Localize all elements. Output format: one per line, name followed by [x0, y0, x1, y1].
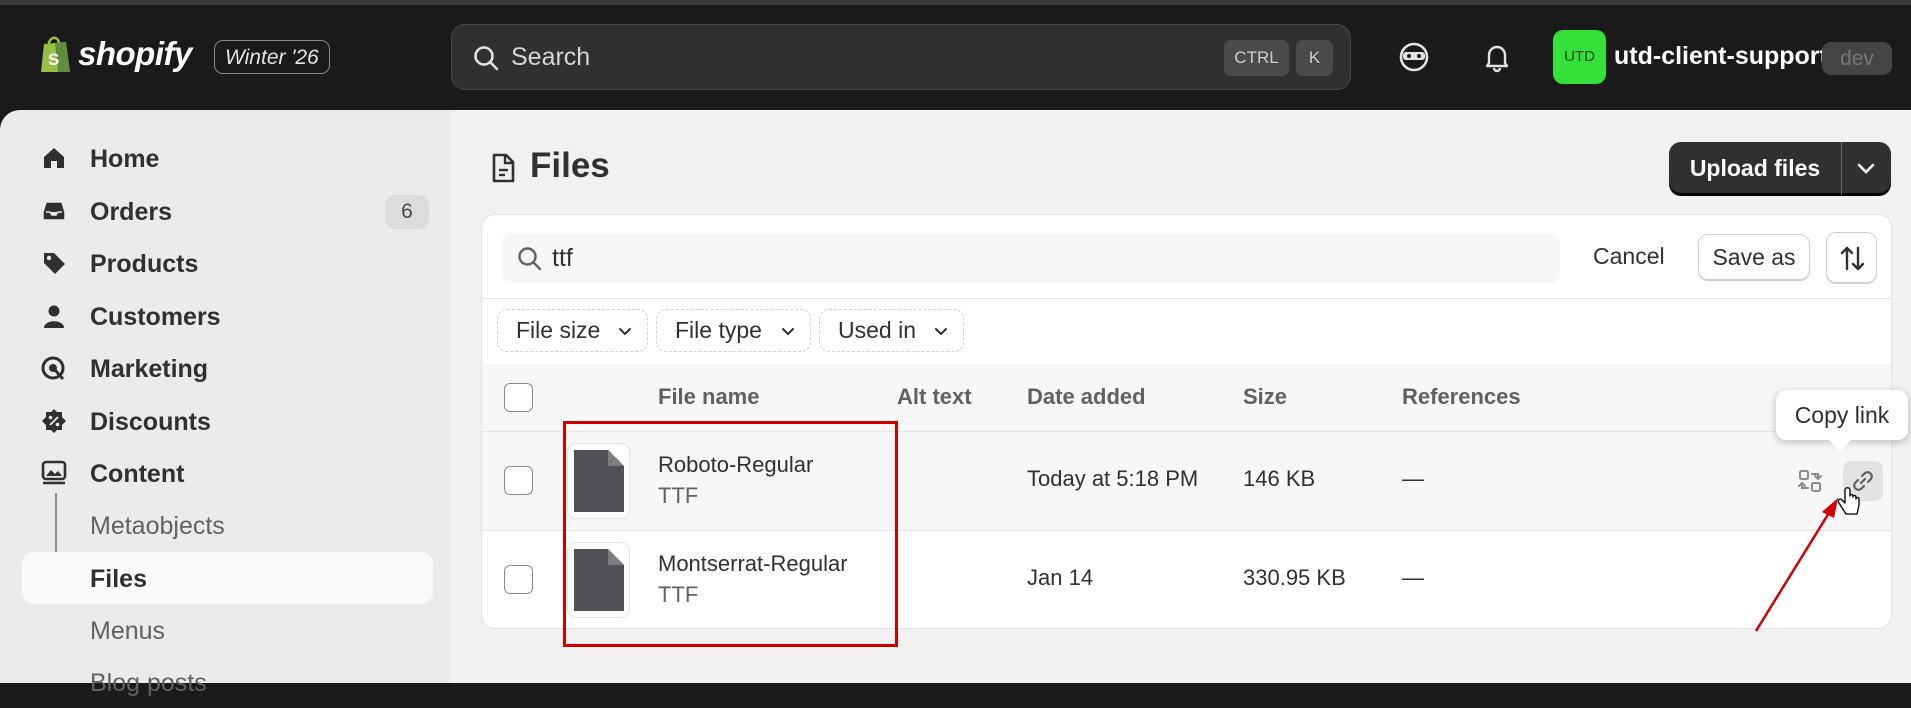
annotation-overlay: [1754, 487, 1860, 632]
hand-cursor-icon: [1837, 487, 1860, 515]
annotation-arrow-head: [1822, 498, 1838, 518]
annotation-arrow-line: [1754, 507, 1834, 632]
